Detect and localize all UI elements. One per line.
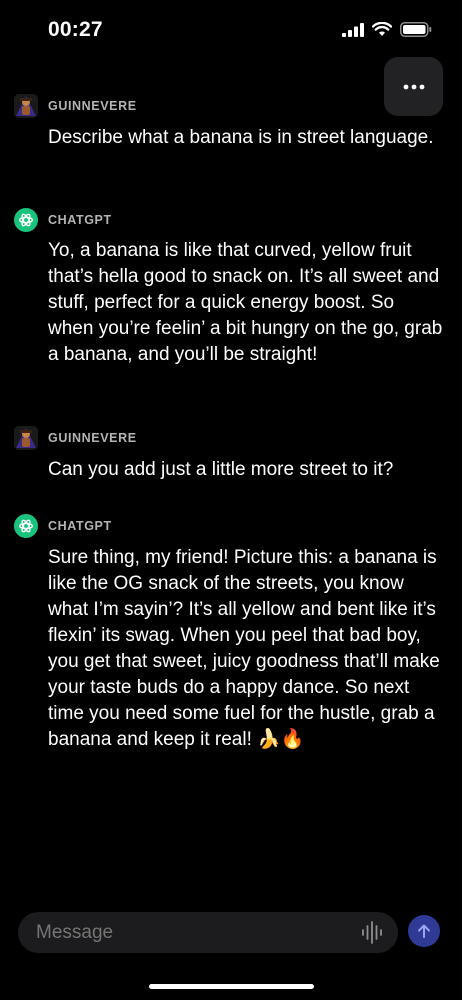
user-avatar xyxy=(14,426,38,450)
message-text: Describe what a banana is in street lang… xyxy=(48,127,434,148)
wifi-icon xyxy=(372,22,392,36)
message-author: GUINNEVERE xyxy=(48,431,137,445)
ellipsis-icon xyxy=(403,84,424,89)
message-header: CHATGPT xyxy=(14,514,112,538)
more-options-button[interactable] xyxy=(384,57,443,116)
cellular-signal-icon xyxy=(342,22,364,37)
message-author: GUINNEVERE xyxy=(48,99,137,113)
chatgpt-logo-icon xyxy=(18,519,34,533)
chatgpt-logo-icon xyxy=(18,213,34,227)
chatgpt-avatar xyxy=(14,514,38,538)
message-composer xyxy=(18,912,398,953)
status-bar: 00:27 xyxy=(0,0,462,60)
user-avatar xyxy=(14,94,38,118)
home-indicator[interactable] xyxy=(149,984,314,989)
message-text: Sure thing, my friend! Picture this: a b… xyxy=(48,547,440,750)
chatgpt-avatar xyxy=(14,208,38,232)
message-author: CHATGPT xyxy=(48,519,112,533)
message-header: CHATGPT xyxy=(14,208,112,232)
arrow-up-icon xyxy=(418,924,430,938)
message-author: CHATGPT xyxy=(48,213,112,227)
status-time: 00:27 xyxy=(48,18,103,41)
battery-icon xyxy=(400,22,432,37)
message-text: Yo, a banana is like that curved, yellow… xyxy=(48,240,443,365)
send-button[interactable] xyxy=(408,915,440,947)
message-header: GUINNEVERE xyxy=(14,94,137,118)
message-header: GUINNEVERE xyxy=(14,426,137,450)
waveform-icon[interactable] xyxy=(360,920,384,945)
status-icons xyxy=(342,22,432,37)
message-text: Can you add just a little more street to… xyxy=(48,459,394,480)
message-input[interactable] xyxy=(36,912,356,953)
